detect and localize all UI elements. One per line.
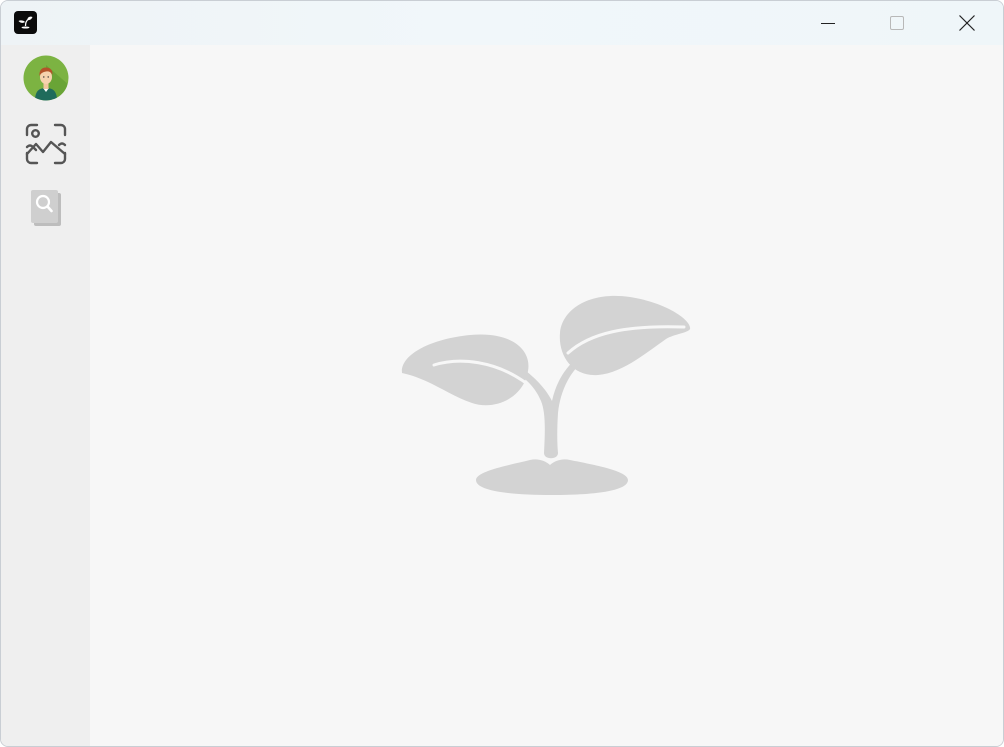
app-window — [0, 0, 1004, 747]
user-avatar — [23, 55, 69, 101]
search-document-icon — [31, 190, 61, 226]
sprout-placeholder-icon — [401, 295, 691, 495]
maximize-button[interactable] — [863, 1, 931, 45]
app-logo-icon — [14, 11, 37, 34]
sidebar — [1, 45, 90, 746]
main-content — [90, 45, 1003, 746]
sidebar-item-profile[interactable] — [23, 55, 69, 101]
image-scan-icon — [25, 123, 67, 165]
title-bar[interactable] — [1, 1, 1003, 45]
sidebar-item-image-scan[interactable] — [23, 121, 69, 167]
close-button[interactable] — [933, 1, 1001, 45]
close-icon — [959, 15, 975, 31]
maximize-icon — [890, 16, 904, 30]
minimize-button[interactable] — [794, 1, 862, 45]
sidebar-item-search-documents[interactable] — [23, 187, 69, 233]
minimize-icon — [821, 23, 835, 24]
